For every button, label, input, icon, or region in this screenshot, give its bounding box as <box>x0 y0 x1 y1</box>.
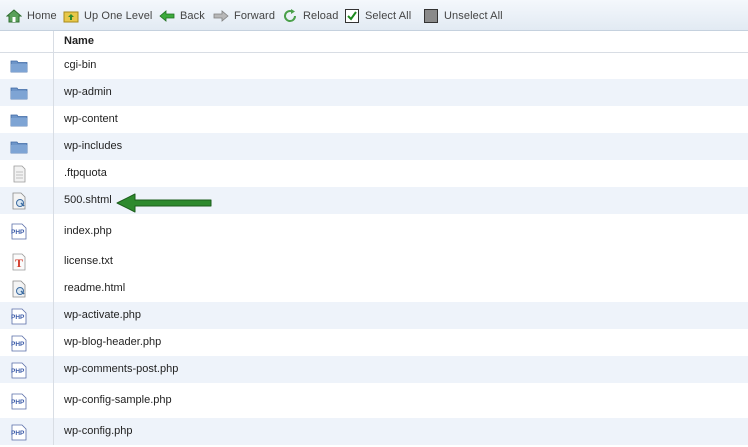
home-button[interactable]: Home <box>6 7 57 25</box>
column-divider <box>53 248 54 275</box>
file-row[interactable]: PHP wp-config-sample.php <box>0 383 748 418</box>
select-all-button[interactable]: Select All <box>344 7 411 25</box>
file-list: cgi-bin wp-admin wp-content wp-includes .ftp… <box>0 52 748 445</box>
svg-text:PHP: PHP <box>11 430 25 437</box>
php-file-icon[interactable]: PHP <box>10 361 28 379</box>
forward-arrow-icon <box>213 10 229 22</box>
checkbox-checked-icon <box>345 9 359 23</box>
folder-up-icon <box>63 11 79 23</box>
file-name[interactable]: index.php <box>64 225 112 237</box>
column-divider <box>53 187 54 214</box>
column-divider <box>53 302 54 329</box>
file-name[interactable]: readme.html <box>64 282 125 294</box>
file-row[interactable]: wp-includes <box>0 133 748 160</box>
forward-label: Forward <box>234 10 276 22</box>
file-name[interactable]: license.txt <box>64 255 113 267</box>
file-name[interactable]: wp-config.php <box>64 425 133 437</box>
column-divider <box>53 106 54 133</box>
unselect-all-label: Unselect All <box>444 10 503 22</box>
back-button[interactable]: Back <box>159 7 205 25</box>
folder-icon[interactable] <box>10 138 28 156</box>
file-name[interactable]: 500.shtml <box>64 194 112 206</box>
php-file-icon[interactable]: PHP <box>10 423 28 441</box>
file-name[interactable]: .ftpquota <box>64 167 107 179</box>
file-row[interactable]: PHP index.php <box>0 214 748 248</box>
back-label: Back <box>180 10 205 22</box>
folder-icon[interactable] <box>10 111 28 129</box>
reload-label: Reload <box>303 10 339 22</box>
unselect-all-button[interactable]: Unselect All <box>423 7 503 25</box>
folder-icon[interactable] <box>10 57 28 75</box>
column-divider <box>53 383 54 418</box>
select-all-label: Select All <box>365 10 412 22</box>
up-one-level-label: Up One Level <box>84 10 153 22</box>
svg-text:PHP: PHP <box>11 229 25 236</box>
folder-icon[interactable] <box>10 84 28 102</box>
up-one-level-button[interactable]: Up One Level <box>63 7 152 25</box>
home-label: Home <box>27 10 57 22</box>
column-divider <box>53 275 54 302</box>
file-row[interactable]: PHP wp-activate.php <box>0 302 748 329</box>
file-row[interactable]: .ftpquota <box>0 160 748 187</box>
file-row[interactable]: PHP wp-blog-header.php <box>0 329 748 356</box>
file-name[interactable]: wp-admin <box>64 86 112 98</box>
column-divider <box>53 133 54 160</box>
php-file-icon[interactable]: PHP <box>10 392 28 410</box>
file-name[interactable]: wp-config-sample.php <box>64 394 172 406</box>
file-name[interactable]: wp-includes <box>64 140 122 152</box>
column-divider <box>53 52 54 79</box>
column-divider <box>53 31 54 52</box>
column-divider <box>53 356 54 383</box>
svg-text:T: T <box>15 256 23 270</box>
file-row[interactable]: PHP wp-comments-post.php <box>0 356 748 383</box>
file-name[interactable]: wp-blog-header.php <box>64 336 161 348</box>
file-icon[interactable] <box>10 165 28 183</box>
file-name[interactable]: wp-content <box>64 113 118 125</box>
svg-text:PHP: PHP <box>11 314 25 321</box>
column-divider <box>53 418 54 445</box>
file-row[interactable]: cgi-bin <box>0 52 748 79</box>
home-icon <box>6 9 22 23</box>
column-divider <box>53 329 54 356</box>
reload-icon <box>284 9 297 22</box>
file-row[interactable]: wp-content <box>0 106 748 133</box>
svg-text:PHP: PHP <box>11 341 25 348</box>
file-row[interactable]: wp-admin <box>0 79 748 106</box>
file-name[interactable]: wp-comments-post.php <box>64 363 178 375</box>
column-divider <box>53 214 54 248</box>
file-row[interactable]: 500.shtml <box>0 187 748 214</box>
text-file-icon[interactable]: T <box>10 253 28 271</box>
file-row[interactable]: Tlicense.txt <box>0 248 748 275</box>
table-header: Name <box>0 31 748 53</box>
file-name[interactable]: cgi-bin <box>64 59 96 71</box>
file-row[interactable]: PHP wp-config.php <box>0 418 748 445</box>
name-column-header[interactable]: Name <box>64 35 94 47</box>
arrow-annotation-icon <box>116 193 212 213</box>
checkbox-unchecked-icon <box>424 9 438 23</box>
file-row[interactable]: readme.html <box>0 275 748 302</box>
php-file-icon[interactable]: PHP <box>10 222 28 240</box>
php-file-icon[interactable]: PHP <box>10 307 28 325</box>
forward-button[interactable]: Forward <box>213 7 275 25</box>
column-divider <box>53 160 54 187</box>
reload-button[interactable]: Reload <box>282 7 338 25</box>
back-arrow-icon <box>159 10 175 22</box>
html-file-icon[interactable] <box>10 280 28 298</box>
svg-text:PHP: PHP <box>11 399 25 406</box>
php-file-icon[interactable]: PHP <box>10 334 28 352</box>
file-name[interactable]: wp-activate.php <box>64 309 141 321</box>
html-file-icon[interactable] <box>10 192 28 210</box>
svg-text:PHP: PHP <box>11 368 25 375</box>
toolbar: Home Up One Level Back Forward Reload Se… <box>0 0 748 31</box>
column-divider <box>53 79 54 106</box>
